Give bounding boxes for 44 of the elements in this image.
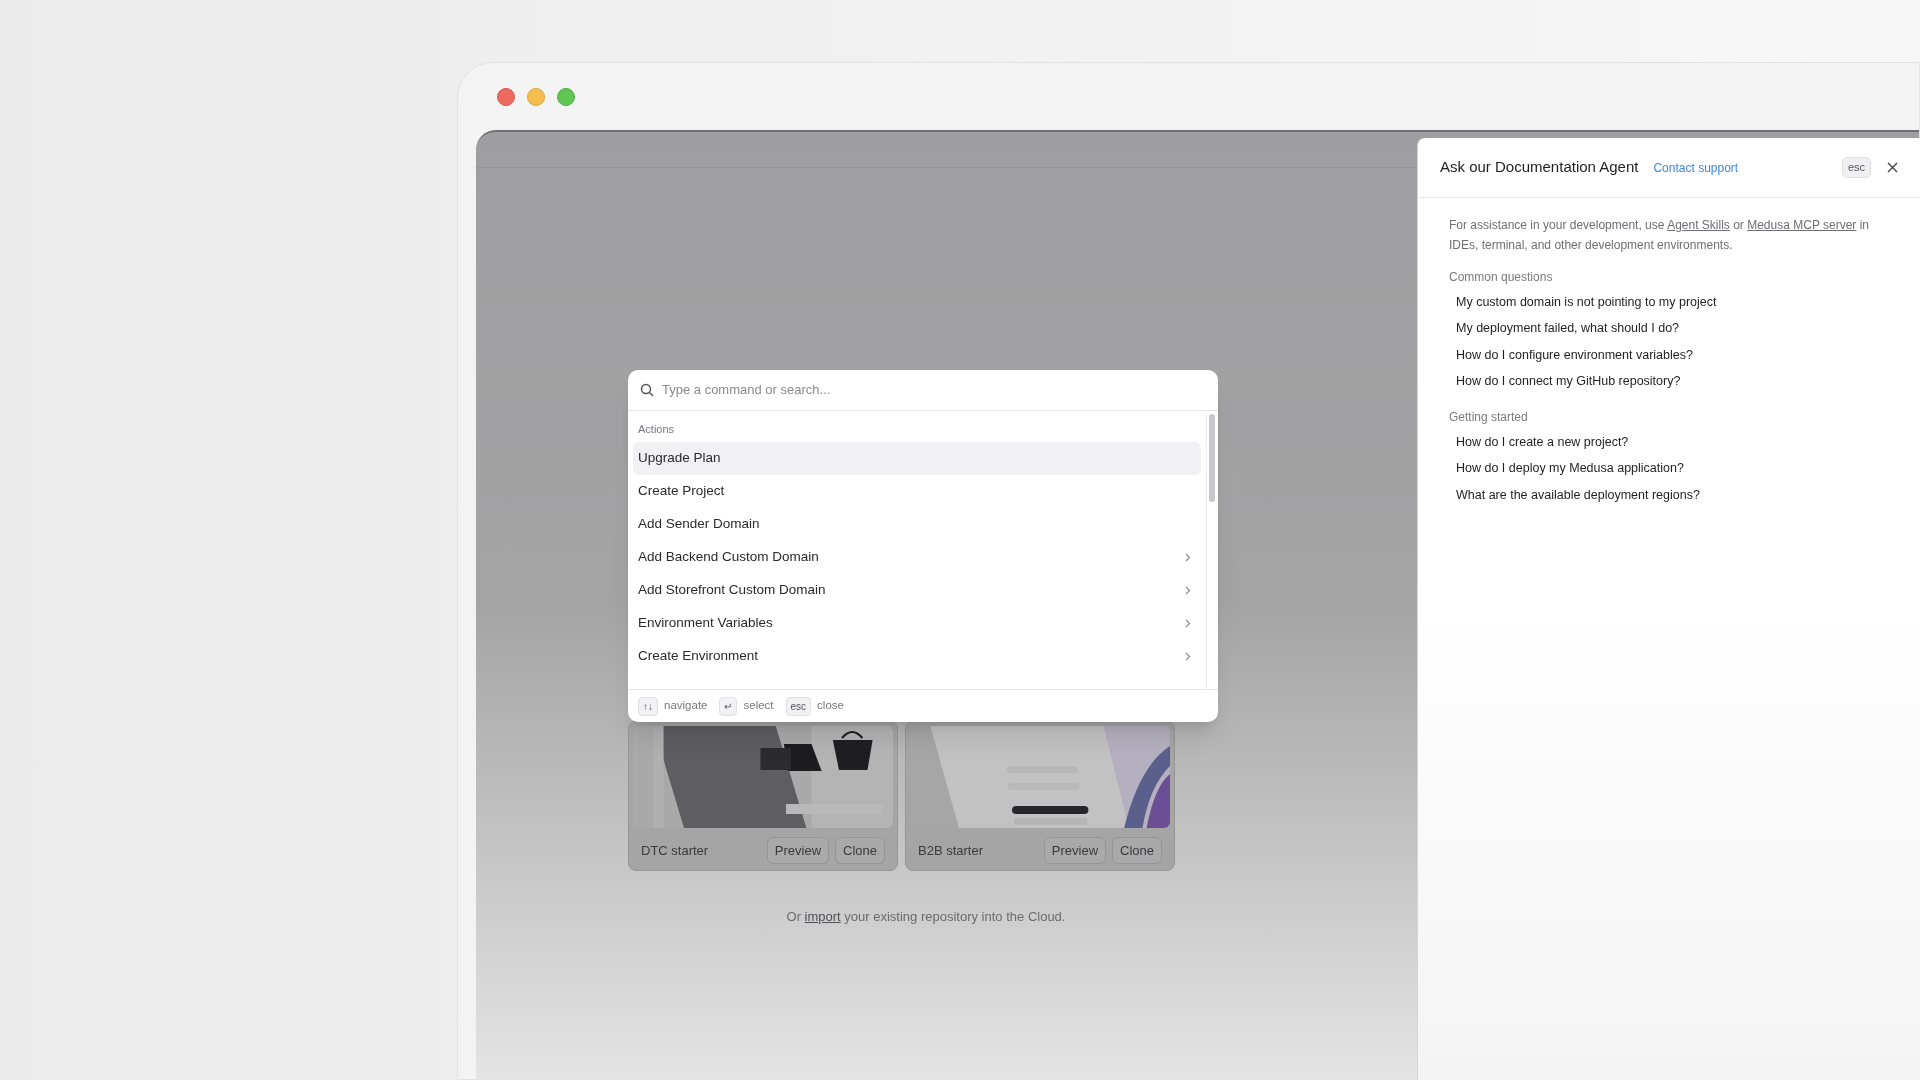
command-item[interactable]: Environment Variables (633, 606, 1201, 640)
panel-title: Ask our Documentation Agent (1440, 157, 1639, 178)
key-hint: ↑↓ (638, 696, 658, 716)
question-link[interactable]: What are the available deployment regions? (1449, 482, 1700, 509)
section-heading: Common questions (1449, 269, 1553, 286)
esc-key: esc (1841, 157, 1871, 178)
import-note: Or import your existing repository into the Cloud. (785, 908, 1067, 926)
import-link[interactable]: import (804, 909, 841, 924)
template-button[interactable]: Clone (1112, 837, 1162, 864)
command-item[interactable]: Add Storefront Custom Domain (633, 573, 1201, 607)
doc-link[interactable]: Agent Skills (1667, 218, 1730, 232)
hint-label: select (743, 698, 774, 714)
scrollbar[interactable] (1209, 414, 1215, 502)
search-field[interactable]: Type a command or search... (662, 380, 1206, 400)
question-link[interactable]: How do I deploy my Medusa application? (1449, 455, 1684, 482)
command-item[interactable]: Add Backend Custom Domain (633, 540, 1201, 574)
contact-support-link[interactable]: Contact support (1653, 158, 1739, 177)
hint-label: navigate (664, 698, 708, 714)
template-button[interactable]: Clone (835, 837, 885, 864)
command-item[interactable]: Add Sender Domain (633, 507, 1201, 541)
question-link[interactable]: My deployment failed, what should I do? (1449, 315, 1680, 342)
question-link[interactable]: How do I configure environment variables? (1449, 342, 1693, 369)
question-link[interactable]: How do I connect my GitHub repository? (1449, 368, 1681, 395)
template-name: B2B starter (918, 841, 985, 860)
key-hint: ↵ (719, 696, 738, 716)
question-link[interactable]: My custom domain is not pointing to my project (1449, 289, 1717, 316)
doc-link[interactable]: Medusa MCP server (1747, 218, 1857, 232)
template-button[interactable]: Preview (1043, 837, 1107, 864)
section-heading: Actions (637, 422, 676, 437)
close-window-icon[interactable] (497, 88, 515, 106)
zoom-window-icon[interactable] (557, 88, 575, 106)
intro-text: For assistance in your development, use Agent Skills or Medusa MCP server in IDEs, terminal, and other development environments. (1449, 217, 1871, 254)
command-item[interactable]: Create Environment (633, 639, 1201, 673)
command-item[interactable]: Create Project (633, 474, 1201, 508)
hint-label: close (817, 698, 844, 714)
section-heading: Getting started (1449, 409, 1528, 426)
minimize-window-icon[interactable] (527, 88, 545, 106)
close-icon[interactable] (1887, 162, 1898, 173)
key-hint: esc (785, 696, 812, 716)
command-item[interactable]: Upgrade Plan (633, 441, 1201, 475)
template-name: DTC starter (641, 841, 710, 860)
search-icon (640, 383, 654, 397)
question-link[interactable]: How do I create a new project? (1449, 429, 1629, 456)
template-button[interactable]: Preview (766, 837, 830, 864)
